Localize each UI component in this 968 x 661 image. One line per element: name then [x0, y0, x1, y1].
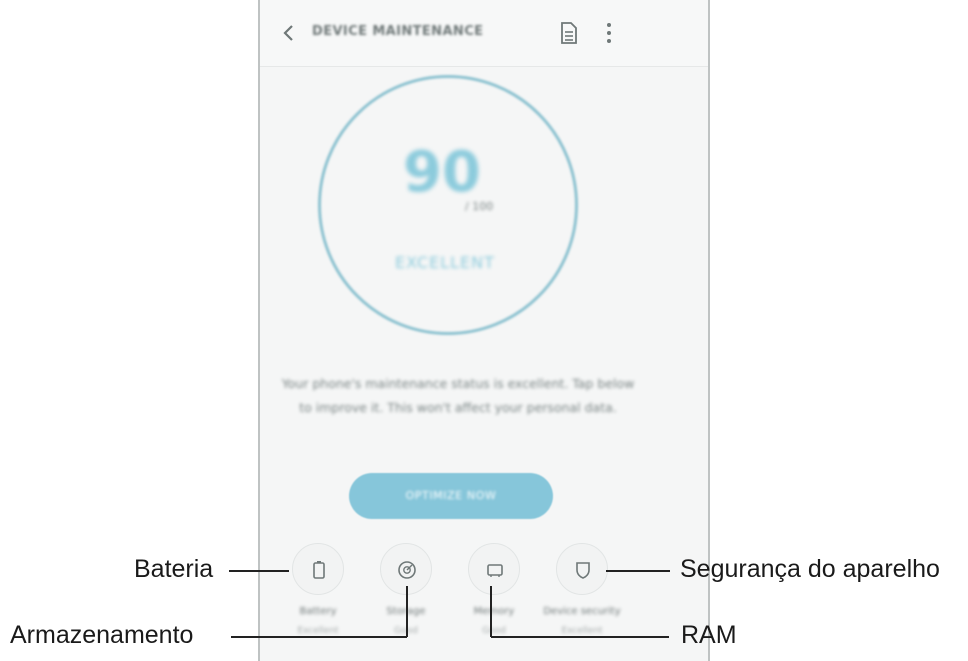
callout-security: Segurança do aparelho [680, 555, 940, 583]
security-tile-label: Device security [543, 606, 621, 617]
back-arrow-icon[interactable] [276, 18, 300, 48]
app-bar: DEVICE MAINTENANCE [260, 0, 708, 67]
callout-security-line [606, 570, 670, 572]
battery-icon [313, 561, 325, 579]
battery-tile-label: Battery [299, 606, 337, 617]
battery-tile-button[interactable] [292, 543, 344, 595]
document-icon[interactable] [560, 21, 578, 45]
phone-screen: DEVICE MAINTENANCE 90 / 100 EXCELLENT Yo… [258, 0, 710, 661]
maintenance-description: Your phone's maintenance status is excel… [281, 376, 635, 415]
more-options-icon[interactable] [605, 20, 613, 46]
memory-icon [487, 564, 503, 577]
callout-storage-line [231, 636, 407, 638]
score-max: / 100 [465, 200, 494, 213]
storage-icon [398, 561, 416, 579]
callout-ram-connector [490, 586, 492, 637]
memory-tile-status: Good [482, 626, 506, 636]
memory-tile-button[interactable] [468, 543, 520, 595]
optimize-now-button[interactable]: OPTIMIZE NOW [349, 473, 553, 519]
callout-battery: Bateria [134, 555, 214, 583]
shield-icon [576, 562, 590, 579]
callout-storage-connector [406, 586, 408, 637]
optimize-button-label: OPTIMIZE NOW [405, 489, 497, 502]
score-ring [318, 75, 578, 335]
security-tile-status: Excellent [561, 626, 603, 636]
callout-ram-line [491, 636, 669, 638]
score-value: 90 [403, 140, 481, 205]
callout-storage: Armazenamento [10, 621, 194, 649]
callout-ram: RAM [681, 621, 737, 649]
status-label: EXCELLENT [395, 253, 495, 272]
security-tile-button[interactable] [556, 543, 608, 595]
callout-battery-line [229, 570, 289, 572]
page-title: DEVICE MAINTENANCE [312, 24, 484, 39]
memory-tile-label: Memory [473, 606, 515, 617]
battery-tile-status: Excellent [297, 626, 339, 636]
